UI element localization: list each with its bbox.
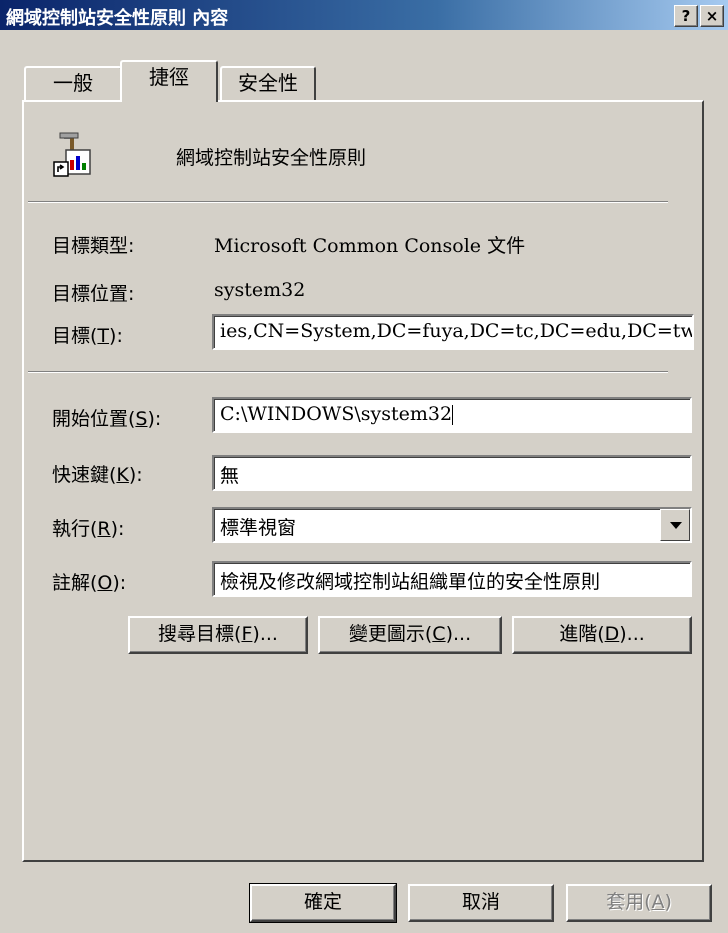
comment-label: 註解(O): bbox=[52, 572, 127, 594]
advanced-button[interactable]: 進階(D)... bbox=[512, 616, 692, 654]
chevron-down-icon[interactable] bbox=[660, 509, 690, 541]
run-label: 執行(R): bbox=[52, 518, 125, 540]
text-caret bbox=[452, 405, 454, 425]
ok-button[interactable]: 確定 bbox=[249, 883, 397, 923]
mmc-shortcut-icon bbox=[53, 132, 91, 177]
shortcut-key-field[interactable]: 無 bbox=[212, 455, 692, 491]
properties-dialog: 網域控制站安全性原則 內容 ? × 一般 捷徑 安全性 網域控制站安全性原則 目… bbox=[0, 0, 728, 933]
apply-button[interactable]: 套用(A) bbox=[566, 884, 712, 922]
shortcut-key-label: 快速鍵(K): bbox=[52, 464, 143, 486]
separator bbox=[28, 201, 668, 203]
run-select-value: 標準視窗 bbox=[220, 517, 297, 539]
comment-field[interactable]: 檢視及修改網域控制站組織單位的安全性原則 bbox=[212, 561, 692, 597]
change-icon-button[interactable]: 變更圖示(C)... bbox=[318, 616, 502, 654]
target-label: 目標(T): bbox=[52, 325, 123, 347]
target-type-label: 目標類型: bbox=[52, 235, 135, 257]
target-location-value: system32 bbox=[214, 279, 306, 301]
start-in-label: 開始位置(S): bbox=[52, 408, 162, 430]
shortcut-name: 網域控制站安全性原則 bbox=[176, 147, 367, 169]
target-field[interactable]: ies,CN=System,DC=fuya,DC=tc,DC=edu,DC=tw… bbox=[212, 314, 694, 350]
cancel-button[interactable]: 取消 bbox=[408, 884, 554, 922]
separator bbox=[28, 371, 668, 373]
start-in-field[interactable]: C:\WINDOWS\system32 bbox=[212, 397, 692, 433]
target-type-value: Microsoft Common Console 文件 bbox=[214, 235, 526, 257]
target-location-label: 目標位置: bbox=[52, 283, 135, 305]
run-select[interactable]: 標準視窗 bbox=[212, 507, 692, 543]
find-target-button[interactable]: 搜尋目標(F)... bbox=[128, 616, 308, 654]
panel-content: 網域控制站安全性原則 目標類型: Microsoft Common Consol… bbox=[0, 0, 728, 933]
